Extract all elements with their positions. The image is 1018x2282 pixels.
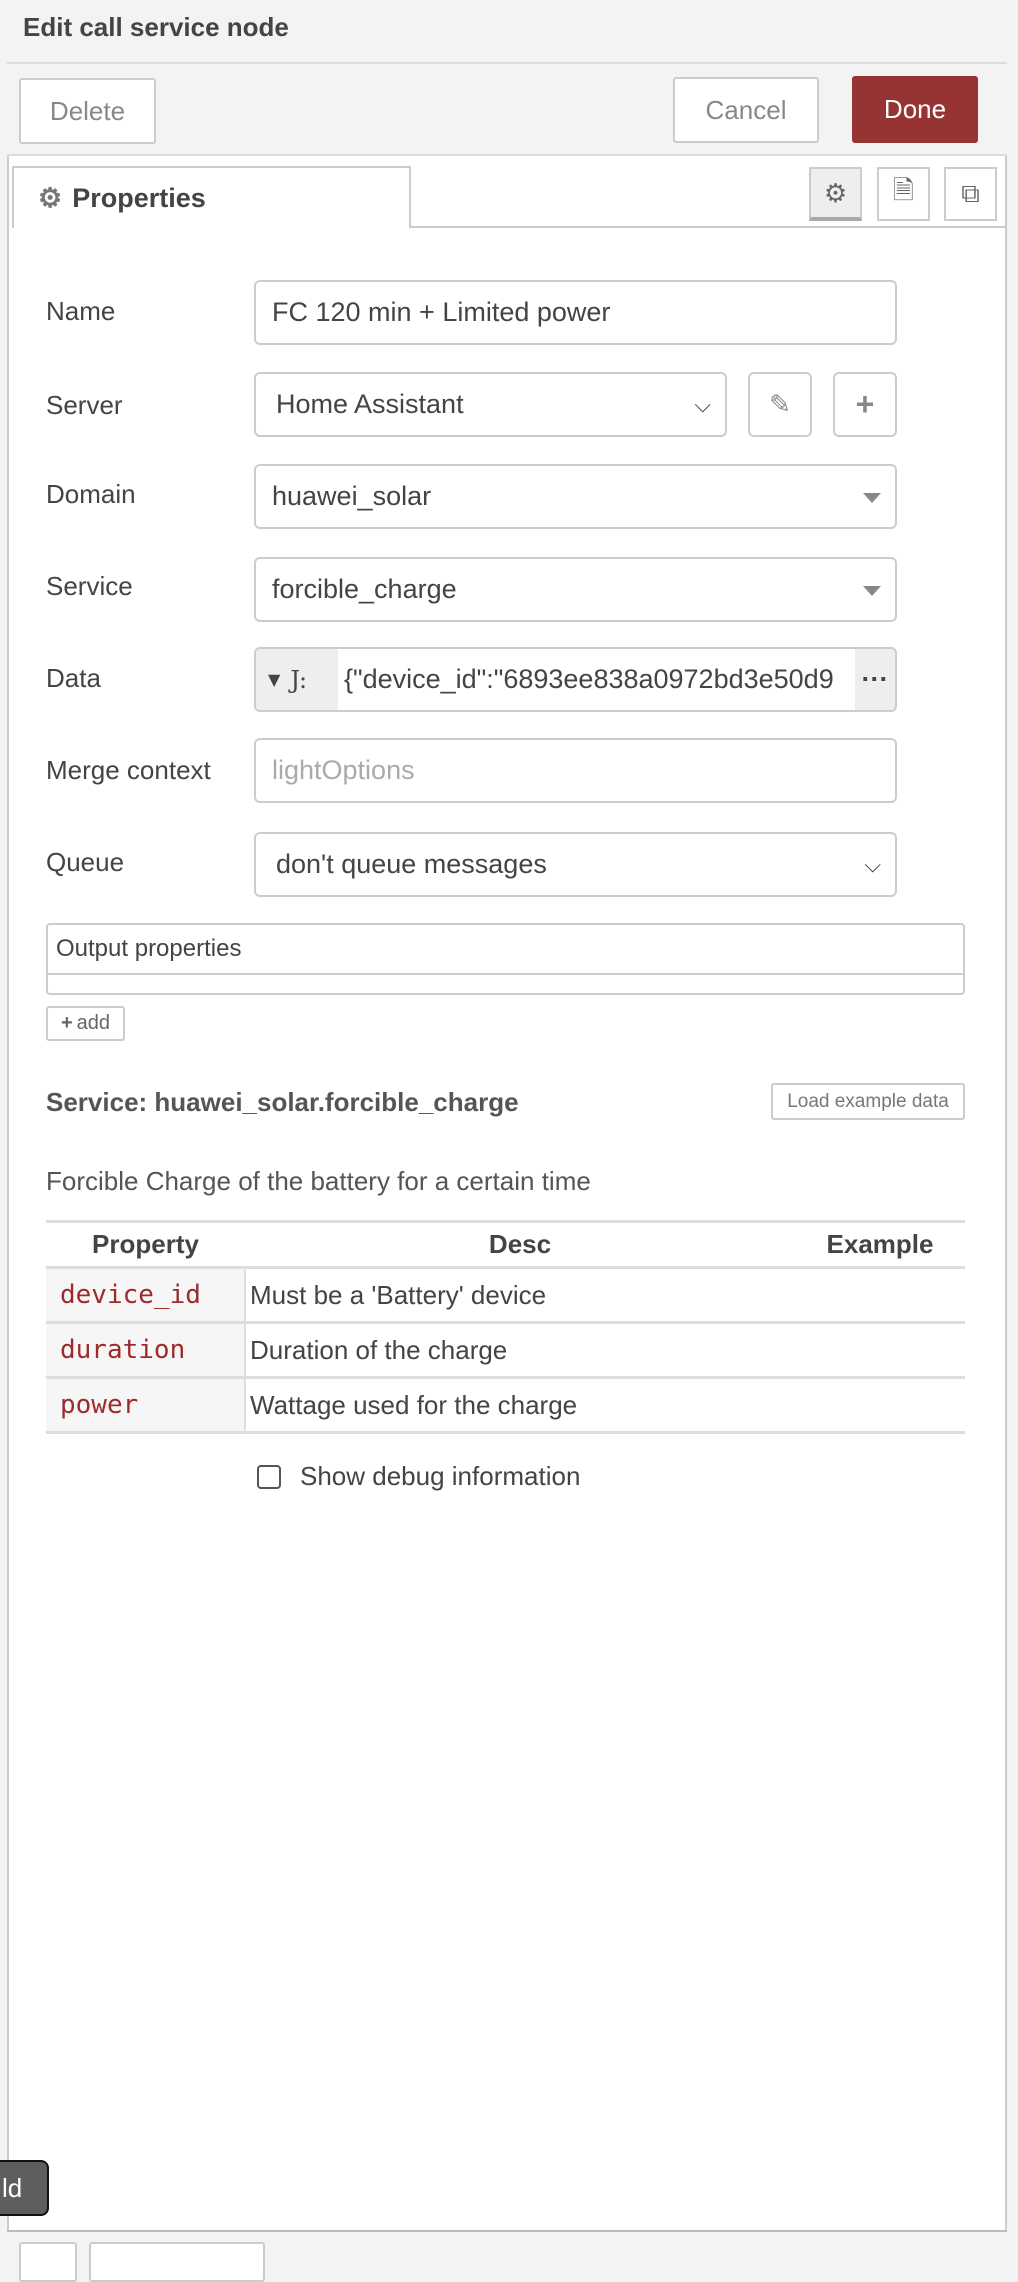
- service-description: Forcible Charge of the battery for a cer…: [46, 1166, 591, 1196]
- desc-cell: Must be a 'Battery' device: [245, 1267, 795, 1324]
- description-tab-icon-button[interactable]: 🗎: [877, 167, 930, 221]
- example-cell: [795, 1377, 965, 1434]
- tab-label: Properties: [72, 182, 206, 213]
- merge-context-input[interactable]: lightOptions: [254, 738, 897, 803]
- document-icon: 🗎: [893, 175, 914, 205]
- output-properties-list: Output properties: [46, 923, 965, 995]
- table-row: duration Duration of the charge: [46, 1322, 965, 1379]
- plus-icon: +: [60, 1012, 73, 1034]
- server-label: Server: [46, 390, 123, 420]
- chevron-down-icon: ⌵: [694, 391, 711, 417]
- service-heading: Service: huawei_solar.forcible_charge: [46, 1087, 519, 1117]
- domain-value: huawei_solar: [272, 481, 432, 511]
- server-select[interactable]: Home Assistant ⌵: [254, 372, 727, 437]
- gear-icon: ⚙: [38, 182, 63, 213]
- tooltip: ld: [0, 2160, 49, 2216]
- table-row: power Wattage used for the charge: [46, 1377, 965, 1434]
- queue-label: Queue: [46, 847, 125, 877]
- column-header: Desc: [245, 1220, 795, 1269]
- edit-server-button[interactable]: ✎: [748, 372, 812, 437]
- tray-title: Edit call service node: [23, 12, 289, 42]
- add-label: add: [76, 1012, 111, 1034]
- type-select-button[interactable]: ▼ J:: [256, 649, 338, 710]
- expand-editor-button[interactable]: ···: [855, 649, 895, 710]
- server-value: Home Assistant: [276, 389, 464, 419]
- frame-icon: ⧉: [961, 178, 980, 208]
- cancel-button[interactable]: Cancel: [673, 77, 819, 143]
- pencil-icon: ✎: [769, 389, 791, 419]
- load-example-data-button[interactable]: Load example data: [771, 1083, 965, 1120]
- property-cell: duration: [46, 1322, 246, 1379]
- property-cell: power: [46, 1377, 246, 1434]
- gear-icon: ⚙: [823, 177, 848, 208]
- delete-button[interactable]: Delete: [19, 78, 156, 144]
- debug-checkbox[interactable]: [257, 1465, 281, 1489]
- example-cell: [795, 1267, 965, 1324]
- ellipsis-icon: ···: [861, 664, 889, 694]
- properties-tab-icon-button[interactable]: ⚙: [809, 167, 862, 221]
- service-input[interactable]: forcible_charge: [254, 557, 897, 622]
- debug-label: Show debug information: [300, 1461, 581, 1491]
- domain-label: Domain: [46, 479, 136, 509]
- example-cell: [795, 1322, 965, 1379]
- desc-cell: Wattage used for the charge: [245, 1377, 795, 1434]
- table-row: device_id Must be a 'Battery' device: [46, 1267, 965, 1324]
- data-typed-input[interactable]: ▼ J: {"device_id":"6893ee838a0972bd3e50d9…: [254, 647, 897, 712]
- merge-context-label: Merge context: [46, 755, 211, 785]
- caret-down-icon: [863, 586, 881, 596]
- queue-select[interactable]: don't queue messages ⌵: [254, 832, 897, 897]
- output-properties-header: Output properties: [48, 925, 963, 975]
- tab-properties[interactable]: ⚙ Properties: [12, 166, 411, 228]
- name-input[interactable]: FC 120 min + Limited power: [254, 280, 897, 345]
- queue-value: don't queue messages: [276, 849, 547, 879]
- column-header: Example: [795, 1220, 965, 1269]
- domain-input[interactable]: huawei_solar: [254, 464, 897, 529]
- footer-button[interactable]: [89, 2242, 265, 2282]
- table-header: Property Desc Example: [46, 1220, 965, 1269]
- tab-divider: [411, 226, 1005, 228]
- plus-icon: +: [855, 386, 875, 422]
- data-value: {"device_id":"6893ee838a0972bd3e50d9: [344, 664, 834, 694]
- caret-down-icon: [863, 493, 881, 503]
- column-header: Property: [46, 1220, 245, 1269]
- chevron-down-icon: ⌵: [864, 851, 881, 877]
- caret-down-icon: ▼: [268, 670, 281, 689]
- property-cell: device_id: [46, 1267, 246, 1324]
- service-fields-table: Property Desc Example device_id Must be a…: [46, 1220, 965, 1434]
- name-label: Name: [46, 296, 116, 326]
- appearance-tab-icon-button[interactable]: ⧉: [944, 167, 997, 221]
- footer-button[interactable]: [19, 2242, 77, 2282]
- add-server-button[interactable]: +: [833, 372, 897, 437]
- json-type-icon: J:: [290, 665, 308, 694]
- add-output-button[interactable]: + add: [46, 1006, 125, 1041]
- service-value: forcible_charge: [272, 574, 457, 604]
- done-button[interactable]: Done: [852, 76, 978, 143]
- desc-cell: Duration of the charge: [245, 1322, 795, 1379]
- service-label: Service: [46, 571, 133, 601]
- data-label: Data: [46, 663, 101, 693]
